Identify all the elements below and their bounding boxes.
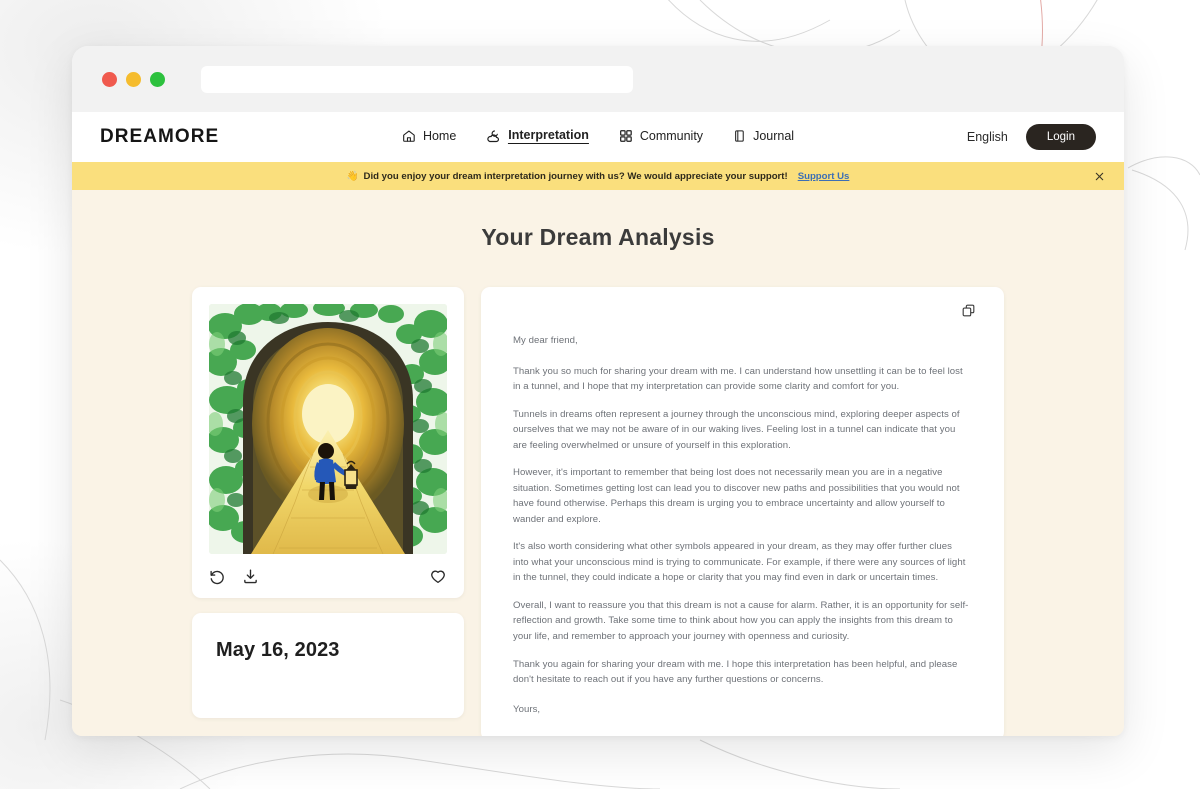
window-controls	[92, 71, 165, 87]
dream-illustration[interactable]	[209, 304, 447, 554]
letter-paragraph: Tunnels in dreams often represent a jour…	[513, 408, 960, 451]
rotate-ccw-icon[interactable]	[209, 568, 226, 585]
browser-chrome	[72, 46, 1124, 112]
wave-emoji-icon: 👋	[346, 170, 359, 182]
language-selector[interactable]: English	[967, 130, 1008, 144]
browser-window: DREAMORE Home Interpretation Community J…	[72, 46, 1124, 736]
banner-text-label: Did you enjoy your dream interpretation …	[363, 170, 788, 182]
copy-icon[interactable]	[961, 303, 976, 323]
heart-icon[interactable]	[429, 567, 447, 585]
close-icon[interactable]	[1090, 167, 1108, 185]
grid-icon	[619, 129, 633, 143]
nav-label-interpretation: Interpretation	[508, 128, 589, 144]
image-action-bar	[209, 554, 447, 598]
nav-item-home[interactable]: Home	[402, 129, 456, 145]
letter-body: My dear friend, Thank you so much for sh…	[513, 333, 970, 717]
analysis-cards-row: May 16, 2023 My dear friend, Thank you s…	[72, 287, 1124, 736]
letter-signoff: Yours,	[513, 703, 541, 715]
home-icon	[402, 129, 416, 143]
close-window-button[interactable]	[102, 71, 117, 87]
minimize-window-button[interactable]	[126, 71, 141, 87]
banner-message: 👋 Did you enjoy your dream interpretatio…	[347, 171, 850, 182]
nav-label-journal: Journal	[753, 129, 795, 143]
support-us-link[interactable]: Support Us	[798, 171, 850, 182]
nav-item-journal[interactable]: Journal	[733, 129, 794, 145]
book-icon	[733, 129, 746, 143]
letter-paragraph: Thank you again for sharing your dream w…	[513, 658, 958, 686]
brand-logo[interactable]: DREAMORE	[100, 126, 219, 148]
download-icon[interactable]	[242, 568, 259, 585]
nav-item-interpretation[interactable]: Interpretation	[486, 128, 589, 146]
letter-paragraph: However, it's important to remember that…	[513, 467, 960, 525]
cloud-moon-icon	[486, 129, 501, 144]
nav-label-community: Community	[639, 129, 704, 143]
nav-label-home: Home	[422, 129, 457, 143]
left-column: May 16, 2023	[192, 287, 464, 718]
url-input[interactable]	[201, 65, 633, 93]
dream-date: May 16, 2023	[216, 639, 340, 661]
login-button[interactable]: Login	[1025, 124, 1096, 150]
main-content: Your Dream Analysis May 16, 2023 My dear…	[72, 190, 1124, 736]
dream-date-card: May 16, 2023	[192, 613, 464, 718]
letter-paragraph: It's also worth considering what other s…	[513, 541, 966, 584]
main-navigation: Home Interpretation Community Journal	[402, 128, 794, 146]
header-actions: English Login	[967, 124, 1096, 150]
letter-salutation: My dear friend,	[513, 335, 578, 346]
page-title: Your Dream Analysis	[481, 224, 715, 250]
support-banner: 👋 Did you enjoy your dream interpretatio…	[72, 162, 1124, 190]
dream-image-card	[192, 287, 464, 598]
site-header: DREAMORE Home Interpretation Community J…	[72, 112, 1124, 162]
letter-paragraph: Overall, I want to reassure you that thi…	[513, 599, 969, 642]
nav-item-community[interactable]: Community	[619, 129, 703, 145]
letter-paragraph: Thank you so much for sharing your dream…	[513, 365, 963, 393]
interpretation-letter-card: My dear friend, Thank you so much for sh…	[481, 287, 1004, 736]
maximize-window-button[interactable]	[150, 71, 165, 87]
